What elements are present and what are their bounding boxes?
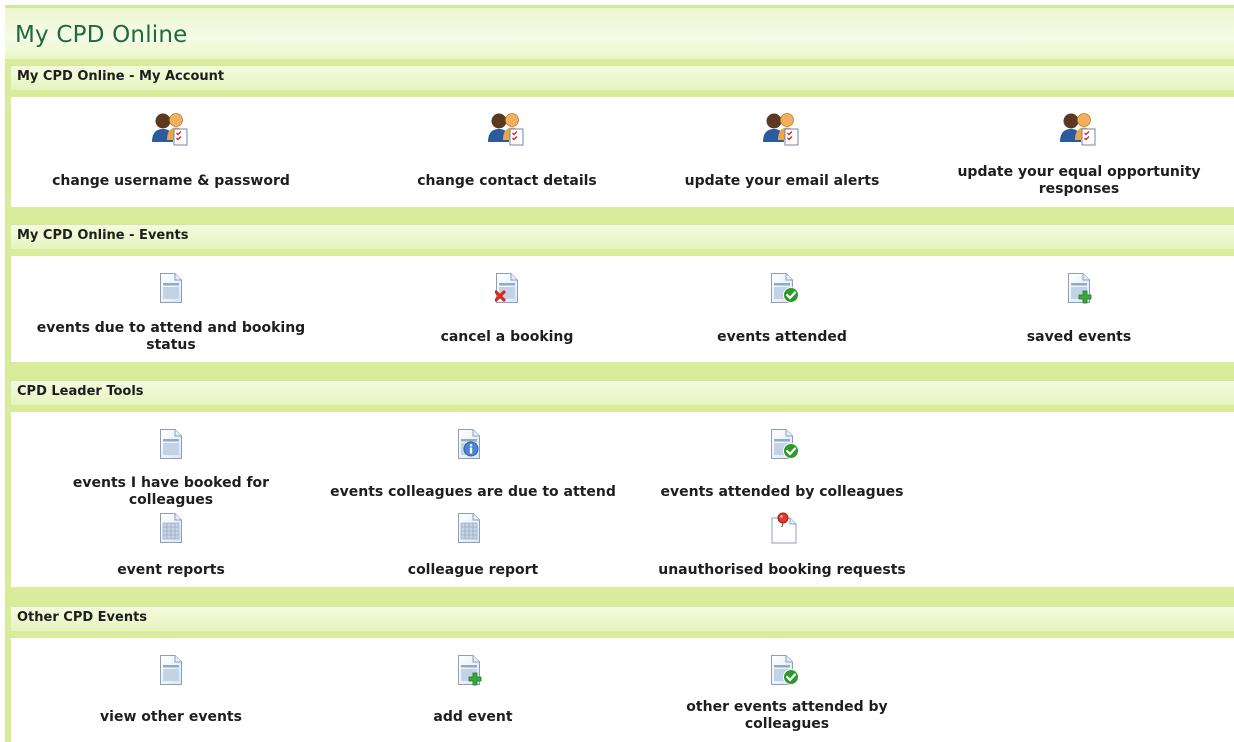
section-title: My CPD Online - My Account: [17, 69, 225, 84]
users-checklist-icon: [152, 113, 188, 146]
tile-label: events attended by colleagues: [660, 484, 904, 500]
tile-label: saved events: [1026, 329, 1132, 345]
section-title: My CPD Online - Events: [17, 228, 189, 243]
tile-label: event reports: [117, 562, 225, 578]
tile-label: change username & password: [52, 173, 290, 189]
section-header-other-events: Other CPD Events: [11, 606, 1234, 638]
users-checklist-icon: [488, 113, 524, 146]
tile-label: events colleagues are due to attend: [330, 484, 616, 500]
tile-label: update your email alerts: [684, 173, 880, 189]
document-add-icon: [458, 655, 482, 686]
page-title-bar: My CPD Online: [5, 5, 1234, 59]
section-my-account: change username & password change contac…: [11, 97, 1234, 207]
tile-label: events attended: [717, 329, 847, 345]
document-delete-icon: [495, 272, 519, 304]
section-header-events: My CPD Online - Events: [11, 224, 1234, 256]
document-check-icon: [771, 273, 799, 303]
document-check-icon: [771, 429, 799, 459]
page-title: My CPD Online: [15, 22, 188, 48]
spreadsheet-icon: [457, 512, 481, 544]
tile-label: cancel a booking: [440, 329, 574, 345]
tile-label: change contact details: [417, 173, 597, 189]
tile-label: add event: [433, 709, 513, 725]
pinned-note-icon: [771, 512, 797, 544]
tile-label: events due to attend and booking status: [36, 320, 306, 353]
spreadsheet-icon: [159, 512, 183, 544]
tile-label: events I have booked for colleagues: [72, 475, 270, 508]
section-title: Other CPD Events: [17, 610, 148, 625]
document-check-icon: [771, 655, 799, 685]
document-icon: [159, 428, 183, 460]
section-title: CPD Leader Tools: [17, 384, 144, 399]
section-header-my-account: My CPD Online - My Account: [11, 65, 1234, 97]
users-checklist-icon: [1060, 113, 1096, 146]
section-other-events: view other events add event other events…: [11, 638, 1234, 742]
section-header-leader-tools: CPD Leader Tools: [11, 380, 1234, 412]
users-checklist-icon: [763, 113, 799, 146]
tile-label: colleague report: [407, 562, 539, 578]
section-leader-tools: events I have booked for colleagues even…: [11, 412, 1234, 587]
document-add-icon: [1068, 273, 1092, 304]
tile-label: unauthorised booking requests: [658, 562, 906, 578]
section-events: events due to attend and booking status …: [11, 256, 1234, 362]
tile-label: update your equal opportunity responses: [957, 164, 1201, 197]
document-info-icon: [458, 429, 480, 459]
document-icon: [159, 272, 183, 304]
document-icon: [159, 654, 183, 686]
tile-label: view other events: [100, 709, 242, 725]
tile-label: other events attended by colleagues: [686, 699, 888, 732]
